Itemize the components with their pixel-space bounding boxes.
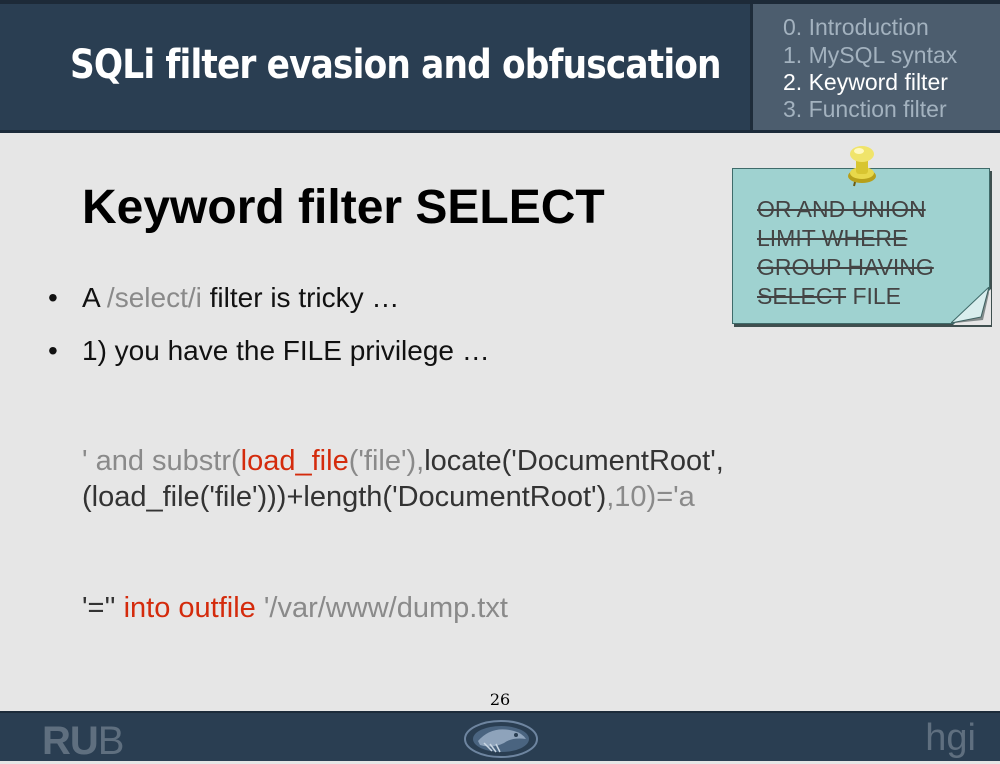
struck-keywords: GROUP HAVING	[757, 254, 934, 280]
footer-bar: RUB hgi	[0, 711, 1000, 764]
hgi-logo: hgi	[925, 717, 976, 759]
code-line-3: '='' into outfile '/var/www/dump.txt	[82, 592, 508, 625]
nav-item-keyword-filter[interactable]: 2. Keyword filter	[783, 69, 948, 96]
nav-item-function-filter[interactable]: 3. Function filter	[783, 96, 947, 123]
note-file-keyword: FILE	[846, 283, 902, 309]
bullet-item: • A /select/i filter is tricky …	[48, 282, 399, 314]
pushpin-icon	[848, 146, 876, 187]
bullet-dot: •	[48, 335, 58, 366]
bullet-text-c: filter is tricky …	[201, 282, 400, 313]
note-last-line: SELECT FILE	[757, 282, 934, 311]
struck-keywords: OR AND UNION	[757, 196, 926, 222]
rub-logo-bold: RU	[42, 719, 99, 763]
struck-keywords: LIMIT WHERE	[757, 225, 908, 251]
sticky-note: OR AND UNION LIMIT WHERE GROUP HAVING SE…	[732, 168, 991, 325]
slide-title: Keyword filter SELECT	[82, 181, 605, 234]
rub-logo: RUB	[42, 719, 125, 764]
code-segment: '/var/www/dump.txt	[263, 592, 508, 624]
section-nav: 0. Introduction 1. MySQL syntax 2. Keywo…	[750, 4, 1000, 130]
struck-keyword-select: SELECT	[757, 283, 847, 309]
deck-title: SQLi filter evasion and obfuscation	[70, 42, 722, 88]
code-segment: ,10)='a	[606, 481, 695, 513]
regex-text: /select/i	[106, 282, 202, 313]
code-keyword: into outfile	[115, 592, 264, 624]
bullet-text-a: A	[82, 282, 107, 313]
code-keyword: load_file	[240, 445, 349, 477]
bullet-item: • 1) you have the FILE privilege …	[48, 335, 490, 367]
bullet-dot: •	[48, 282, 58, 313]
page-number: 26	[489, 690, 511, 709]
rub-logo-thin: B	[97, 719, 125, 763]
header-bar: SQLi filter evasion and obfuscation 0. I…	[0, 0, 1000, 133]
code-segment: (load_file('file')))+length('DocumentRoo…	[82, 481, 607, 513]
code-line-2: (load_file('file')))+length('DocumentRoo…	[82, 481, 695, 514]
code-segment: '=''	[82, 592, 116, 624]
logo-eagle-icon	[464, 720, 538, 758]
page-curl-fold	[951, 287, 989, 323]
code-segment: ('file'),	[348, 445, 425, 477]
nav-item-mysql-syntax[interactable]: 1. MySQL syntax	[783, 42, 957, 69]
code-segment: ' and substr(	[82, 445, 241, 477]
code-line-1: ' and substr(load_file('file'),locate('D…	[82, 445, 724, 478]
bullet-text: 1) you have the FILE privilege …	[82, 335, 490, 366]
nav-item-introduction[interactable]: 0. Introduction	[783, 14, 929, 41]
sticky-note-text: OR AND UNION LIMIT WHERE GROUP HAVING SE…	[757, 195, 934, 311]
code-segment: locate('DocumentRoot',	[424, 445, 724, 477]
